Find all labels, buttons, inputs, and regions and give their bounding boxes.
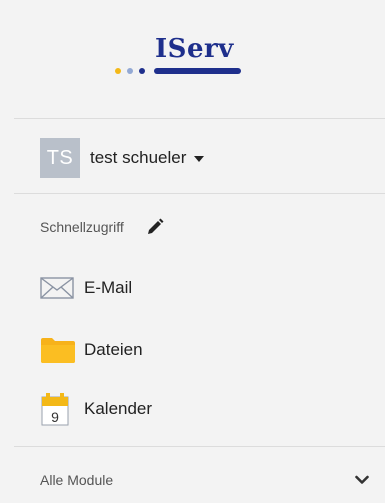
- divider: [14, 193, 385, 194]
- logo-underline: [154, 68, 241, 74]
- iserv-logo[interactable]: IServ: [113, 30, 243, 82]
- user-menu[interactable]: TS test schueler: [40, 138, 205, 178]
- divider: [14, 446, 385, 447]
- logo-wordmark: IServ: [155, 34, 234, 64]
- folder-icon: [40, 333, 78, 367]
- nav-item-files[interactable]: Dateien: [40, 333, 143, 367]
- calendar-icon-number: 9: [51, 409, 59, 425]
- nav-item-label: Kalender: [84, 399, 153, 418]
- nav-item-label: E-Mail: [84, 278, 133, 297]
- sidebar: IServ TS test schueler Schnellzugriff E-…: [0, 0, 385, 503]
- caret-down-icon: [194, 156, 205, 162]
- logo-dot-yellow: [115, 68, 121, 74]
- logo-dot-lightblue: [127, 68, 133, 74]
- quick-access-header: Schnellzugriff: [40, 214, 166, 240]
- nav-item-calendar[interactable]: 9 Kalender: [40, 392, 152, 426]
- chevron-down-icon: [354, 472, 370, 488]
- nav-item-label: Dateien: [84, 340, 143, 359]
- logo-dot-blue: [139, 68, 145, 74]
- username: test schueler: [90, 148, 187, 167]
- calendar-icon: 9: [40, 392, 78, 426]
- divider: [14, 118, 385, 119]
- pencil-icon: [147, 218, 164, 234]
- all-modules-label: Alle Module: [40, 472, 114, 488]
- quick-access-label: Schnellzugriff: [40, 219, 124, 235]
- envelope-icon: [40, 271, 78, 305]
- avatar: TS: [40, 138, 80, 178]
- edit-quick-access-button[interactable]: [144, 216, 166, 238]
- all-modules-toggle[interactable]: Alle Module: [40, 468, 370, 492]
- nav-item-email[interactable]: E-Mail: [40, 271, 132, 305]
